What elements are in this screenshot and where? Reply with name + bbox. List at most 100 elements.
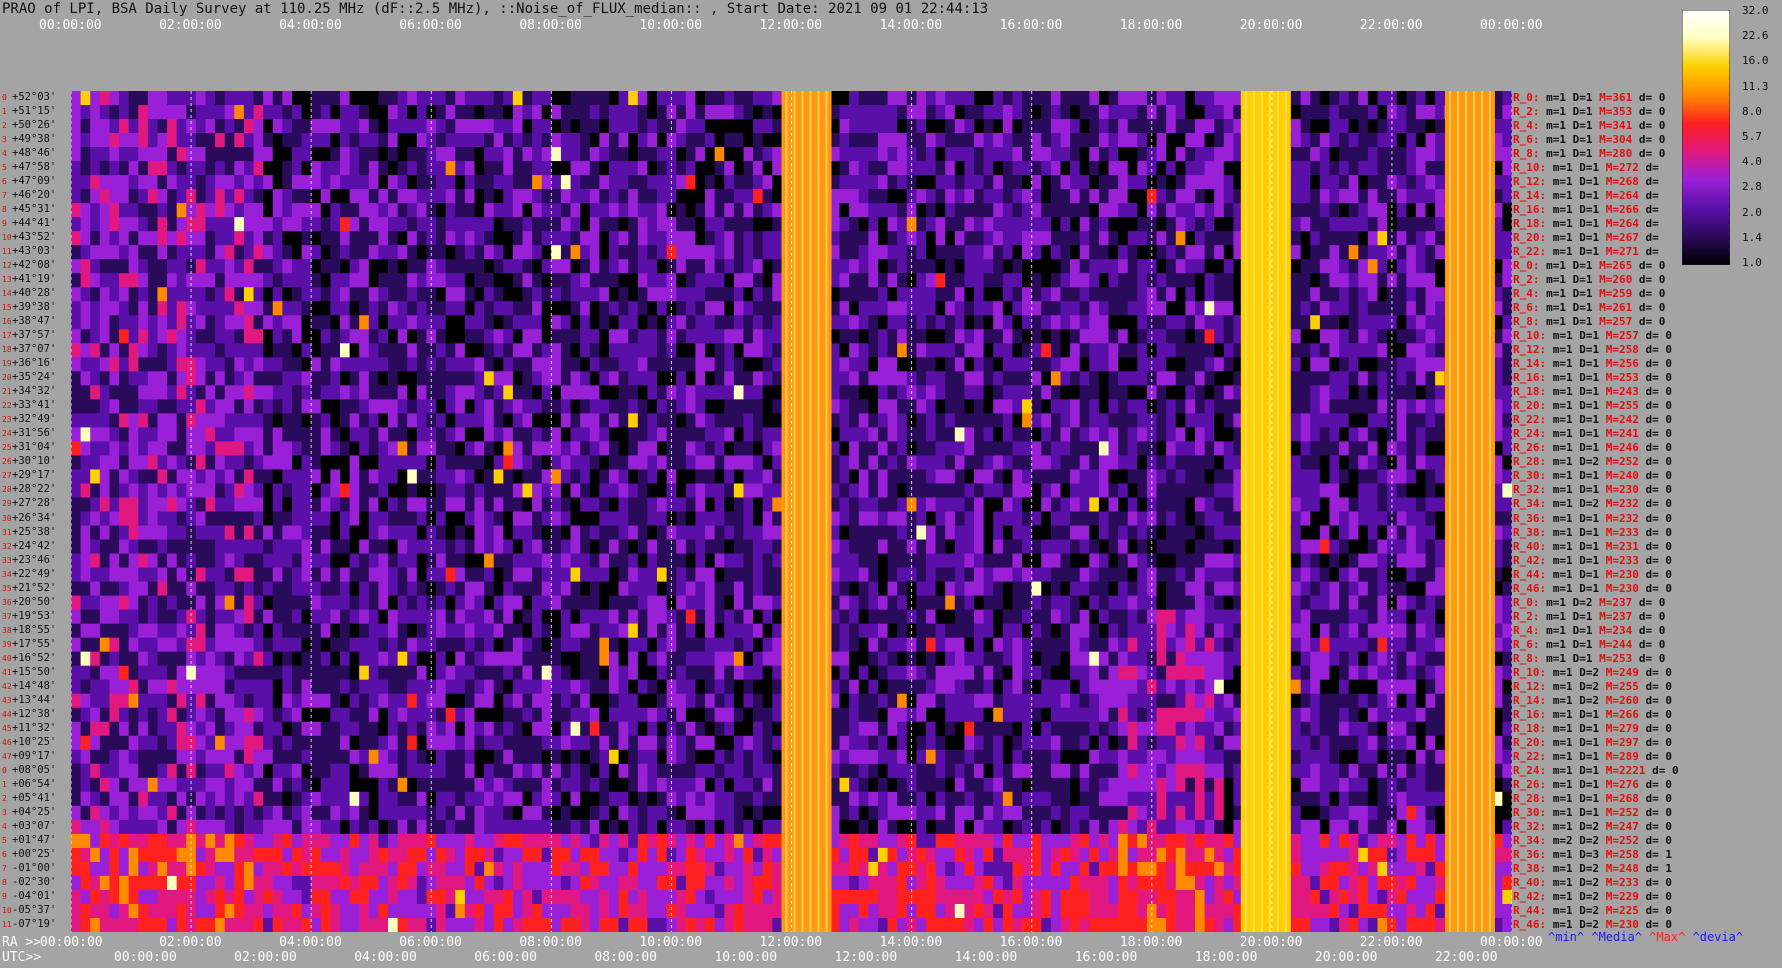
heatmap-cell [484,385,495,400]
heatmap-cell [589,371,600,386]
heatmap-cell [868,469,879,484]
heatmap-cell [359,91,370,106]
heatmap-cell [657,371,668,386]
heatmap-cell [99,357,110,372]
heatmap-cell [1156,91,1167,106]
heatmap-cell [1339,469,1350,484]
heatmap-cell [388,133,399,148]
heatmap-plot-area [71,91,1512,932]
heatmap-cell [1108,497,1119,512]
heatmap-cell [119,399,130,414]
heatmap-cell [916,245,927,260]
heatmap-cell [205,105,216,120]
heatmap-cell [868,245,879,260]
heatmap-cell [1339,455,1350,470]
heatmap-cell [877,147,889,162]
heatmap-cell [407,371,418,386]
heatmap-cell [205,539,216,555]
heatmap-cell [320,315,331,330]
heatmap-cell [503,175,514,190]
heatmap-cell [1079,105,1090,120]
heatmap-cell [1070,259,1081,274]
heatmap-cell [1214,217,1225,232]
heatmap-cell [1127,203,1138,218]
heatmap-cell [282,161,293,176]
heatmap-cell [772,161,783,176]
heatmap-cell [1214,133,1225,148]
heatmap-cell [330,91,341,106]
heatmap-cell [589,105,600,120]
heatmap-cell [839,161,850,176]
heatmap-cell [570,413,581,428]
heatmap-cell [416,161,427,176]
heatmap-cell [339,189,351,204]
heatmap-cell [90,203,101,218]
heatmap-cell [243,441,255,456]
heatmap-cell [1425,147,1436,162]
heatmap-cell [109,119,120,134]
heatmap-cell [608,525,620,541]
heatmap-cell [378,553,389,569]
heatmap-cell [1367,455,1379,470]
heatmap-cell [349,455,360,470]
heatmap-cell [71,301,82,316]
heatmap-cell [868,399,879,414]
heatmap-cell [1108,119,1119,134]
heatmap-cell [887,231,898,246]
heatmap-cell [1319,189,1330,204]
heatmap-cell [1098,427,1110,442]
heatmap-cell [205,357,216,372]
heatmap-cell [1175,245,1186,260]
heatmap-cell [887,161,898,176]
heatmap-cell [1214,259,1225,274]
heatmap-cell [522,539,533,555]
heatmap-cell [560,329,572,344]
heatmap-cell [205,343,216,358]
heatmap-cell [1079,539,1090,555]
heatmap-cell [90,413,101,428]
heatmap-cell [560,343,572,358]
heatmap-cell [983,427,994,442]
heatmap-cell [176,483,187,498]
heatmap-cell [176,231,187,246]
heatmap-cell [359,189,370,204]
heatmap-cell [618,259,629,274]
heatmap-cell [1118,315,1129,330]
heatmap-cell [733,203,744,218]
heatmap-cell [1204,399,1215,414]
heatmap-cell [330,427,341,442]
heatmap-cell [128,385,139,400]
heatmap-cell [464,427,475,442]
heatmap-cell [1060,455,1071,470]
heatmap-cell [368,245,379,260]
heatmap-cell [685,203,696,218]
heatmap-cell [397,287,408,302]
heatmap-cell [1194,133,1206,148]
heatmap-cell [1127,525,1138,541]
heatmap-cell [897,483,908,498]
heatmap-cell [311,329,322,344]
heatmap-cell [974,455,985,470]
heatmap-cell [858,469,869,484]
heatmap-cell [849,357,860,372]
heatmap-cell [109,427,120,442]
heatmap-cell [1502,119,1512,134]
heatmap-cell [1022,525,1033,541]
heatmap-cell [647,273,658,288]
heatmap-cell [80,259,91,274]
heatmap-cell [954,357,965,372]
heatmap-cell [657,91,668,106]
heatmap-cell [474,441,485,456]
heatmap-cell [311,231,322,246]
heatmap-cell [512,399,524,414]
heatmap-cell [993,455,1004,470]
heatmap-cell [1175,161,1186,176]
heatmap-cell [647,427,658,442]
heatmap-cell [71,553,82,569]
heatmap-cell [1194,497,1206,512]
heatmap-cell [205,259,216,274]
heatmap-cell [378,441,389,456]
heatmap-cell [974,301,985,316]
heatmap-cell [637,413,648,428]
heatmap-cell [1415,133,1427,148]
